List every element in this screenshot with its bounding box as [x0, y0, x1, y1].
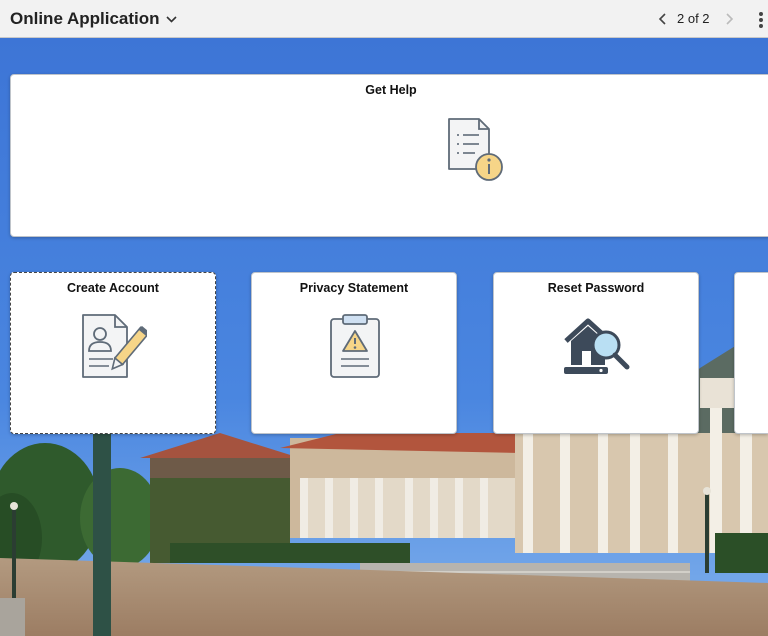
page-indicator: 2 of 2	[677, 11, 710, 26]
more-options-icon[interactable]	[758, 11, 764, 29]
tile-partial[interactable]	[734, 272, 768, 434]
chevron-right-icon	[726, 13, 734, 25]
tile-title: Reset Password	[547, 281, 645, 295]
tile-privacy-statement[interactable]: Privacy Statement	[251, 272, 457, 434]
app-title-menu[interactable]: Online Application	[10, 9, 177, 29]
app-title: Online Application	[10, 9, 160, 28]
tile-title: Create Account	[67, 281, 159, 295]
tile-reset-password[interactable]: Reset Password	[493, 272, 699, 434]
house-search-icon	[564, 318, 630, 374]
app-header: Online Application 2 of 2	[0, 0, 768, 38]
chevron-down-icon	[165, 15, 177, 23]
chevron-left-icon[interactable]	[656, 12, 670, 26]
tile-get-help[interactable]: Get Help	[10, 74, 768, 237]
document-info-icon	[448, 118, 503, 181]
tile-create-account[interactable]: Create Account	[10, 272, 216, 434]
tile-title: Privacy Statement	[299, 281, 409, 295]
profile-edit-icon	[82, 314, 147, 378]
clipboard-warning-icon	[330, 314, 380, 378]
tile-title: Get Help	[365, 83, 417, 97]
